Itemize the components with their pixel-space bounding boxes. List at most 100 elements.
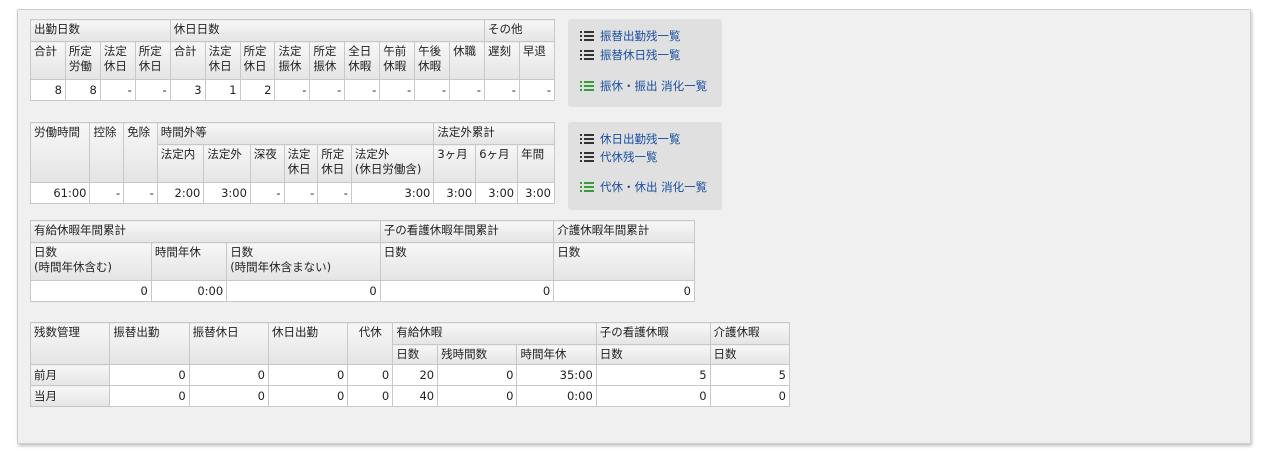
att-subheader-label: 全日 <box>348 44 372 58</box>
link-transfer-consumption[interactable]: 振休・振出 消化一覧 <box>580 78 707 94</box>
header-work-hours: 労働時間 <box>29 122 91 183</box>
header-paid-leave-annual: 有給休暇年間累計 <box>30 220 381 243</box>
attendance-value-cell: - <box>518 79 556 101</box>
link-comp-leave-balance[interactable]: 代休残一覧 <box>580 149 658 165</box>
att-subheader-label: 所定 <box>313 44 337 58</box>
balance-value-cell: 0 <box>437 364 518 386</box>
al-subheader-label: (時間年休含まない) <box>230 260 332 274</box>
attendance-value-cell: - <box>99 79 136 101</box>
balance-value-cell: 0 <box>437 385 518 407</box>
header-other: その他 <box>483 19 556 42</box>
table-row: 当月 0 0 0 0 40 0 0:00 0 0 <box>29 385 791 407</box>
att-subheader-label: 労働 <box>68 59 92 73</box>
balance-value-cell: 5 <box>595 364 711 386</box>
wt-overtime-subheader-label: 法定外 <box>354 147 390 161</box>
balance-value-cell: 0 <box>267 364 349 386</box>
balance-value-cell: 0 <box>188 364 269 386</box>
header-nursing: 介護休暇 <box>709 322 791 345</box>
att-subheader-label: 所定 <box>243 44 267 58</box>
wt-overtime-subheader-label: 法定内 <box>160 147 196 161</box>
al-subheader-label: 時間年休 <box>154 245 201 259</box>
work-time-value-cell: 3:00 <box>203 182 251 204</box>
work-time-value-cell: - <box>249 182 285 204</box>
balance-value-cell: 0 <box>347 385 394 407</box>
attendance-value-cell: 8 <box>64 79 101 101</box>
link-transfer-holiday-balance[interactable]: 振替休日残一覧 <box>580 47 681 63</box>
list-icon <box>580 133 594 145</box>
link-comp-consumption[interactable]: 代休・休出 消化一覧 <box>580 179 707 195</box>
attendance-value-cell: - <box>309 79 346 101</box>
att-subheader-label: 所定 <box>68 44 92 58</box>
attendance-value-cell: - <box>483 79 520 101</box>
annual-leave-value-cell: 0:00 <box>150 280 228 302</box>
header-comp-leave: 代休 <box>347 322 394 365</box>
balance-value-cell: 0 <box>267 385 349 407</box>
list-icon <box>580 181 594 193</box>
wt-cumulative-subheader-0: 3ヶ月 <box>433 144 477 183</box>
att-subheader-6: 所定 休日 <box>239 41 276 80</box>
transfer-links-box: 振替出勤残一覧 振替休日残一覧 振休・振出 消化一覧 <box>568 19 722 107</box>
att-subheader-label: 休日 <box>103 59 127 73</box>
att-subheader-label: 休暇 <box>418 59 442 73</box>
header-nursing-annual: 介護休暇年間累計 <box>553 220 695 243</box>
att-subheader-13: 遅刻 <box>483 41 520 80</box>
work-time-value-cell: 61:00 <box>29 182 91 204</box>
work-time-value-cell: - <box>89 182 125 204</box>
att-subheader-label: 午前 <box>383 44 407 58</box>
att-subheader-1: 所定 労働 <box>64 41 101 80</box>
annual-leave-value-cell: 0 <box>226 280 381 302</box>
wt-cumulative-subheader-2: 年間 <box>517 144 555 183</box>
attendance-value-cell: 1 <box>204 79 241 101</box>
balance-value-cell: 0:00 <box>516 385 597 407</box>
work-time-value-cell: 3:00 <box>475 182 519 204</box>
att-subheader-label: 遅刻 <box>487 44 511 58</box>
wt-overtime-subheader-label: 休日 <box>287 162 311 176</box>
attendance-value-cell: - <box>379 79 416 101</box>
work-time-value-cell: - <box>283 182 319 204</box>
header-transfer-holiday: 振替休日 <box>188 322 269 365</box>
att-subheader-label: 所定 <box>138 44 162 58</box>
attendance-value-cell: - <box>414 79 451 101</box>
att-subheader-11: 午後 休暇 <box>414 41 451 80</box>
attendance-value-cell: 2 <box>239 79 276 101</box>
link-label: 振休・振出 消化一覧 <box>600 79 708 93</box>
annual-leave-table: 有給休暇年間累計 子の看護休暇年間累計 介護休暇年間累計 日数 (時間年休含む) 時… <box>30 220 695 302</box>
wt-overtime-subheader-2: 深夜 <box>249 144 285 183</box>
annual-leave-value-cell: 0 <box>379 280 555 302</box>
attendance-value-cell: - <box>344 79 381 101</box>
al-subheader-1: 時間年休 <box>150 242 228 281</box>
balance-value-cell: 40 <box>392 385 439 407</box>
balance-value-cell: 0 <box>709 385 791 407</box>
attendance-days-table: 出勤日数 休日日数 その他 合計 所定 労働 法定 休日 所定 休日 合計 法定 休日 所定 休日 法定… <box>30 19 556 101</box>
attendance-value-cell: 8 <box>30 79 66 101</box>
header-nursing-days: 日数 <box>709 344 791 365</box>
wt-overtime-subheader-label: 法定 <box>287 147 311 161</box>
att-subheader-0: 合計 <box>30 41 66 80</box>
att-subheader-5: 法定 休日 <box>204 41 241 80</box>
att-subheader-label: 休日 <box>208 59 232 73</box>
row-label: 当月 <box>29 385 111 407</box>
header-exemption: 免除 <box>123 122 158 183</box>
comp-links-box: 休日出勤残一覧 代休残一覧 代休・休出 消化一覧 <box>568 122 722 210</box>
balance-value-cell: 35:00 <box>516 364 597 386</box>
header-child-care-annual: 子の看護休暇年間累計 <box>379 220 555 243</box>
header-mgmt: 残数管理 <box>29 322 111 365</box>
header-child-days: 日数 <box>595 344 711 365</box>
link-transfer-work-balance[interactable]: 振替出勤残一覧 <box>580 28 681 44</box>
balance-value-cell: 0 <box>109 385 190 407</box>
attendance-value-cell: - <box>134 79 171 101</box>
al-subheader-2: 日数 (時間年休含まない) <box>226 242 381 281</box>
al-subheader-label: 日数 <box>557 245 581 259</box>
work-time-value-cell: 3:00 <box>350 182 435 204</box>
balance-value-cell: 5 <box>709 364 791 386</box>
link-holiday-work-balance[interactable]: 休日出勤残一覧 <box>580 131 681 147</box>
att-subheader-14: 早退 <box>518 41 556 80</box>
wt-overtime-subheader-label: 所定 <box>321 147 345 161</box>
al-subheader-label: 日数 <box>383 245 407 259</box>
wt-overtime-subheader-label: (休日労働含) <box>354 162 422 176</box>
link-label: 振替休日残一覧 <box>600 48 681 62</box>
attendance-value-cell: - <box>449 79 485 101</box>
header-paid-days: 日数 <box>392 344 439 365</box>
header-holiday-days: 休日日数 <box>169 19 485 42</box>
al-subheader-label: (時間年休含む) <box>34 260 112 274</box>
